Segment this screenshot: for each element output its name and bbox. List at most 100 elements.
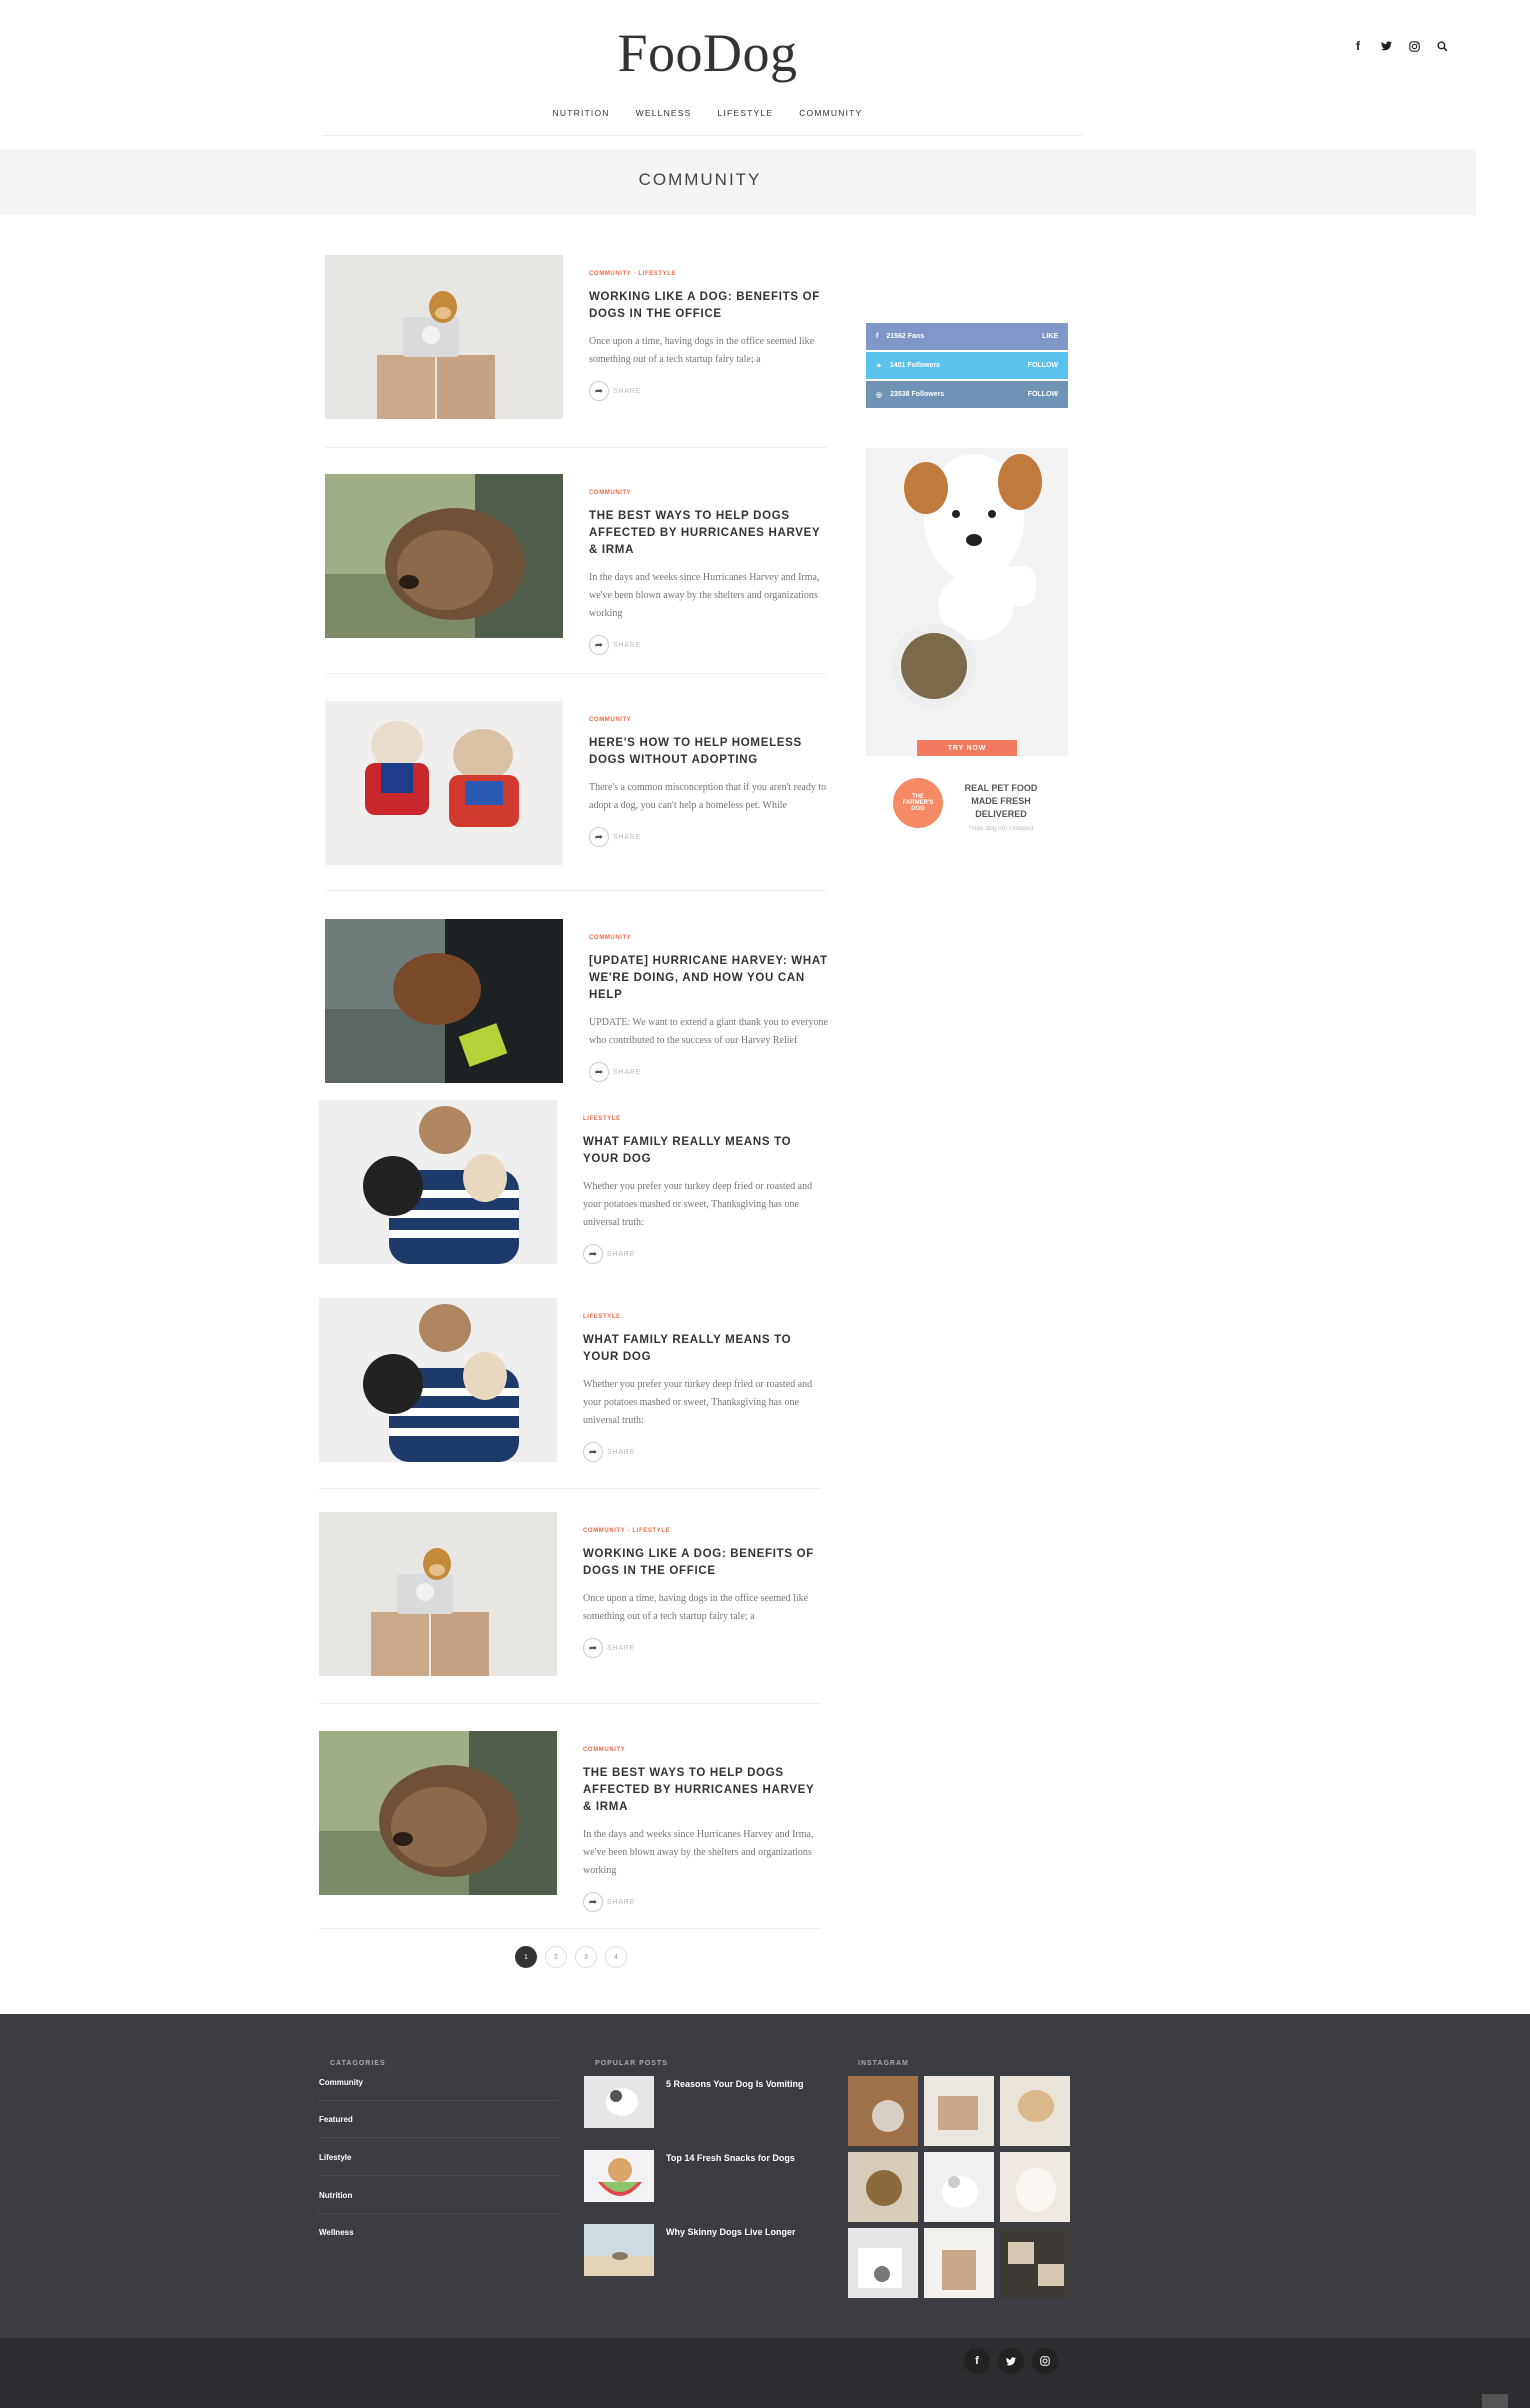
share-icon: ➦ [589, 827, 609, 847]
share-button[interactable]: ➦ SHARE [589, 1062, 833, 1082]
nav-item-community[interactable]: COMMUNITY [799, 108, 862, 118]
post-divider [319, 1928, 821, 1929]
twitter-icon[interactable] [998, 2348, 1024, 2374]
footer-category-nutrition[interactable]: Nutrition [319, 2191, 352, 2200]
post-categories[interactable]: COMMUNITY [589, 490, 833, 496]
nav-item-wellness[interactable]: WELLNESS [636, 108, 692, 118]
footer-social-icons: f [964, 2348, 1058, 2374]
facebook-counter[interactable]: f 21562 Fans LIKE [866, 323, 1068, 350]
share-button[interactable]: ➦ SHARE [589, 635, 833, 655]
footer-category-wellness[interactable]: Wellness [319, 2228, 354, 2237]
post-excerpt: Whether you prefer your turkey deep frie… [583, 1181, 813, 1228]
footer-divider [319, 2213, 559, 2214]
popular-post[interactable]: Why Skinny Dogs Live Longer [584, 2224, 806, 2276]
try-now-button[interactable]: TRY NOW [917, 740, 1017, 756]
instagram-photo[interactable] [924, 2152, 994, 2222]
post-categories[interactable]: COMMUNITY [589, 935, 833, 941]
page-1[interactable]: 1 [515, 1946, 537, 1968]
popular-post-thumbnail [584, 2076, 654, 2128]
post-title[interactable]: WORKING LIKE A DOG: BENEFITS OF DOGS IN … [589, 289, 833, 323]
ad-note: *cute dog not included [968, 825, 1034, 832]
instagram-photo[interactable] [1000, 2076, 1070, 2146]
facebook-icon[interactable]: f [964, 2348, 990, 2374]
share-button[interactable]: ➦ SHARE [583, 1442, 827, 1462]
share-button[interactable]: ➦ SHARE [589, 381, 833, 401]
post-title[interactable]: WORKING LIKE A DOG: BENEFITS OF DOGS IN … [583, 1546, 827, 1580]
footer-bottom-bar [0, 2338, 1530, 2408]
post-excerpt: UPDATE: We want to extend a giant thank … [589, 1017, 828, 1046]
instagram-photo[interactable] [1000, 2152, 1070, 2222]
popular-post-thumbnail [584, 2224, 654, 2276]
instagram-icon[interactable] [1032, 2348, 1058, 2374]
post-title[interactable]: [UPDATE] HURRICANE HARVEY: WHAT WE'RE DO… [589, 953, 833, 1004]
post-divider [319, 1703, 821, 1704]
instagram-photo[interactable] [848, 2228, 918, 2298]
facebook-icon: f [876, 333, 879, 340]
categories-heading: CATAGORIES [330, 2060, 386, 2067]
instagram-icon: ◎ [876, 391, 883, 399]
page-3[interactable]: 3 [575, 1946, 597, 1968]
share-icon: ➦ [583, 1442, 603, 1462]
twitter-icon[interactable] [1378, 38, 1394, 54]
post-title[interactable]: THE BEST WAYS TO HELP DOGS AFFECTED BY H… [583, 1765, 827, 1816]
post-thumbnail[interactable] [319, 1731, 557, 1895]
popular-posts-heading: POPULAR POSTS [595, 2060, 668, 2067]
post-thumbnail[interactable] [319, 1100, 557, 1264]
nav-item-nutrition[interactable]: NUTRITION [553, 108, 610, 118]
post-thumbnail[interactable] [325, 701, 563, 865]
post-title[interactable]: HERE'S HOW TO HELP HOMELESS DOGS WITHOUT… [589, 735, 833, 769]
share-button[interactable]: ➦ SHARE [583, 1244, 827, 1264]
instagram-icon[interactable] [1406, 38, 1422, 54]
post-excerpt: There's a common misconception that if y… [589, 782, 827, 811]
share-button[interactable]: ➦ SHARE [589, 827, 833, 847]
instagram-counter[interactable]: ◎ 23538 Followers FOLLOW [866, 381, 1068, 408]
ad-brand-logo: THE FARMER'S DOG [893, 778, 943, 828]
footer-divider [319, 2137, 559, 2138]
ad-banner[interactable]: TRY NOW [866, 448, 1068, 756]
nav-item-lifestyle[interactable]: LIFESTYLE [718, 108, 774, 118]
facebook-icon[interactable]: f [1350, 38, 1366, 54]
post-excerpt: In the days and weeks since Hurricanes H… [583, 1829, 814, 1876]
popular-post-thumbnail [584, 2150, 654, 2202]
post-thumbnail[interactable] [325, 474, 563, 638]
post-title[interactable]: WHAT FAMILY REALLY MEANS TO YOUR DOG [583, 1332, 827, 1366]
post-thumbnail[interactable] [325, 255, 563, 419]
back-to-top-button[interactable] [1482, 2394, 1508, 2408]
post-thumbnail[interactable] [319, 1512, 557, 1676]
post-categories[interactable]: LIFESTYLE [583, 1314, 827, 1320]
post-excerpt: Once upon a time, having dogs in the off… [589, 336, 815, 365]
post-categories[interactable]: COMMUNITY · LIFESTYLE [589, 271, 833, 277]
site-logo[interactable]: FooDog [0, 22, 1415, 84]
post-categories[interactable]: COMMUNITY [583, 1747, 827, 1753]
instagram-photo[interactable] [848, 2076, 918, 2146]
instagram-photo[interactable] [924, 2228, 994, 2298]
twitter-counter[interactable]: ✦ 1401 Followers FOLLOW [866, 352, 1068, 379]
instagram-photo[interactable] [1000, 2228, 1070, 2298]
instagram-heading: INSTAGRAM [858, 2060, 909, 2067]
post-title[interactable]: WHAT FAMILY REALLY MEANS TO YOUR DOG [583, 1134, 827, 1168]
post-thumbnail[interactable] [319, 1298, 557, 1462]
page-4[interactable]: 4 [605, 1946, 627, 1968]
post-title[interactable]: THE BEST WAYS TO HELP DOGS AFFECTED BY H… [589, 508, 833, 559]
post-categories[interactable]: COMMUNITY [589, 717, 833, 723]
post-categories[interactable]: COMMUNITY · LIFESTYLE [583, 1528, 827, 1534]
search-icon[interactable] [1434, 38, 1450, 54]
share-icon: ➦ [583, 1244, 603, 1264]
post-thumbnail[interactable] [325, 919, 563, 1083]
post-divider [319, 1488, 821, 1489]
share-button[interactable]: ➦ SHARE [583, 1892, 827, 1912]
instagram-photo[interactable] [848, 2152, 918, 2222]
post-categories[interactable]: LIFESTYLE [583, 1116, 827, 1122]
footer-category-featured[interactable]: Featured [319, 2115, 353, 2124]
share-icon: ➦ [589, 1062, 609, 1082]
popular-post[interactable]: 5 Reasons Your Dog Is Vomiting [584, 2076, 806, 2128]
page-title: COMMUNITY [638, 170, 762, 189]
footer-divider [319, 2100, 559, 2101]
popular-post[interactable]: Top 14 Fresh Snacks for Dogs [584, 2150, 806, 2202]
footer-category-community[interactable]: Community [319, 2078, 363, 2087]
page-2[interactable]: 2 [545, 1946, 567, 1968]
main-nav: NUTRITION WELLNESS LIFESTYLE COMMUNITY [0, 108, 1415, 118]
instagram-photo[interactable] [924, 2076, 994, 2146]
share-button[interactable]: ➦ SHARE [583, 1638, 827, 1658]
footer-category-lifestyle[interactable]: Lifestyle [319, 2153, 351, 2162]
